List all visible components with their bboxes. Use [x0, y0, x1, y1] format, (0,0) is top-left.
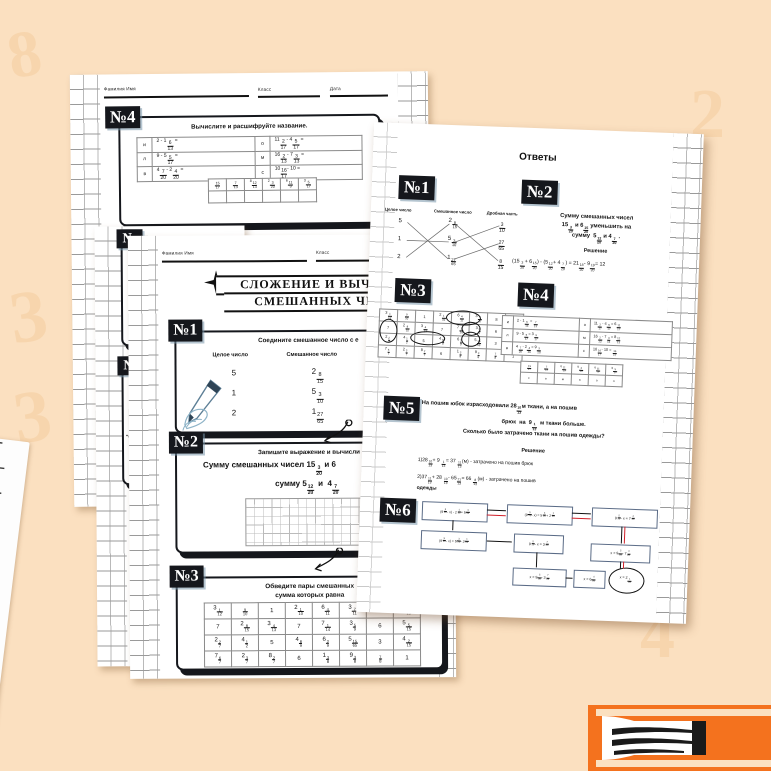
- name-label: Фамилия Имя: [103, 86, 136, 92]
- task-badge-3[interactable]: №3: [169, 565, 204, 588]
- watermark-digit: 3: [4, 273, 53, 361]
- worksheet-title-line1: СЛОЖЕНИЕ И ВЫЧИ: [240, 276, 382, 292]
- task-badge-1[interactable]: №1: [168, 319, 203, 342]
- flow-node-8: x = 6 4 20: [573, 569, 606, 589]
- answers-badge-6[interactable]: №6: [379, 497, 417, 523]
- table-row: 72815 34137 7114 3596 5515: [204, 617, 421, 635]
- answers-badge-2[interactable]: №2: [521, 179, 559, 205]
- answers-5-step-1: 1)28 10 13 + 9 1 13 = 37 11 13 (м) - затрачено …: [417, 456, 534, 469]
- answers-badge-4[interactable]: №4: [517, 282, 555, 308]
- answers-1-col-header-3: Дробная часть: [486, 210, 518, 217]
- flow-arrow: [486, 540, 512, 543]
- worksheet-title-line2: СМЕШАННЫХ ЧИ: [254, 293, 377, 309]
- task-1-col2-header: Смешанное число: [286, 351, 338, 359]
- flow-node-7: x = 9 5 20- 3 7 20: [512, 567, 567, 588]
- answers-1-left-1: 5: [398, 218, 402, 225]
- answers-4-key-table: 15 17 7 13 6 11 13 9 3 20 6 11 9 3 5 17 символ: [519, 360, 624, 388]
- task-4-table: и 2 - 1 6 13 = о 11 2 17- 4 5 17 = л 9 - 5 5 17 …: [136, 134, 363, 182]
- matching-lines: [405, 222, 500, 262]
- flow-node-2: (9 5 20- x) = 5 3 20 + 2 1 20: [506, 504, 574, 526]
- answers-page[interactable]: Ответы №1 Целое число Смешанное число Др…: [356, 122, 704, 624]
- answers-badge-1[interactable]: №1: [398, 175, 436, 201]
- task-badge-4[interactable]: №4: [105, 106, 141, 129]
- class-label: Класс: [257, 86, 272, 92]
- task-1-mixed-1: 2 8 15: [311, 366, 324, 385]
- table-row: 767 237 8276 138 938 781: [204, 649, 421, 667]
- task-4-title: Вычислите и расшифруйте название.: [191, 122, 308, 131]
- answers-2-solution-label: Решение: [583, 247, 608, 255]
- flow-arrow: [565, 577, 573, 579]
- task-1-whole-1: 5: [231, 368, 237, 378]
- poster-canvas: 8 3 3 2 4 Фамилия Имя Класс Дата №4 Вычи…: [0, 0, 771, 771]
- class-rule: [257, 95, 320, 98]
- task-2-line2: сумму 5 12 20 и 4 7 20: [275, 478, 339, 496]
- ruler-ticks: [0, 441, 5, 494]
- task-2-line1: Сумму смешанных чисел 15 3 20 и 6: [203, 459, 337, 477]
- table-row: 227 4125 489 629 515653 4215: [204, 633, 421, 651]
- watermark-digit: 8: [1, 15, 48, 94]
- flow-arrow-vertical: [452, 520, 454, 531]
- table-row: символ: [520, 372, 623, 387]
- curve-arrow-icon: [323, 419, 353, 444]
- writing-hand-icon: [182, 379, 222, 431]
- name-rule: [103, 95, 249, 99]
- table-row: [208, 189, 317, 203]
- answers-heading: Ответы: [518, 151, 557, 164]
- flow-arrow-red: [571, 517, 591, 520]
- answers-1-left-2: 1: [397, 236, 402, 243]
- flow-arrow: [486, 509, 506, 512]
- name-rule: [161, 259, 307, 263]
- class-label: Класс: [315, 249, 330, 255]
- task-1-whole-3: 2: [231, 408, 237, 418]
- task-1-col1-header: Целое число: [212, 352, 249, 359]
- ruler-graphic: [0, 438, 30, 771]
- date-label: Дата: [329, 86, 341, 92]
- task-4-key-table: 15 17 7 13 8 12 13 2 3 20 6 11 9 3 5 17: [207, 177, 318, 204]
- answers-1-col-header-1: Целое число: [384, 206, 412, 213]
- answers-badge-3[interactable]: №3: [394, 278, 432, 304]
- flow-node-4: (9 5 20- x) = 5 3 20- 2 1 20: [420, 530, 488, 552]
- flow-node-5: 9 5 20- x = 3 7 20: [513, 533, 565, 555]
- answers-badge-5[interactable]: №5: [383, 395, 421, 421]
- flow-arrow-vertical: [620, 526, 623, 544]
- date-rule: [329, 94, 388, 98]
- grid-margin-left: [127, 235, 161, 679]
- flow-arrow: [571, 512, 591, 515]
- task-1-whole-2: 1: [231, 388, 237, 398]
- book-graphic: [588, 705, 771, 771]
- flow-arrow-red: [486, 514, 506, 517]
- answers-4-table: и 2 - 1 6 13 = 7 13 о 11 2 17- 4 5 17 = 6 11 17 л …: [500, 314, 673, 362]
- answers-5-line1: На пошив юбок израсходовали 28 10 13 м ткан…: [421, 400, 578, 415]
- answers-2-solution: (15 3 20 + 6 15 20) - (5 12 20 + 4 7 20) = 21 18 20-…: [511, 258, 606, 272]
- curve-arrow-icon: [314, 547, 344, 572]
- flow-arrow-vertical-red: [623, 526, 626, 544]
- name-label: Фамилия Имя: [161, 250, 194, 256]
- answers-1-left-3: 2: [397, 254, 401, 261]
- answers-5-step-2-cont: одежды: [416, 484, 437, 492]
- answers-5-solution-label: Решение: [521, 447, 546, 455]
- task-badge-2[interactable]: №2: [168, 431, 203, 454]
- task-4-frame: Вычислите и расшифруйте название. и 2 - …: [118, 113, 382, 227]
- flow-node-1: (9 5 20- x) - 2 1 20 = 5 3 20: [421, 501, 489, 523]
- task-1-mixed-2: 5 3 10: [311, 386, 324, 405]
- grid-margin-right: [655, 133, 704, 624]
- flow-node-3: 9 5 20- x = 7 4 20: [591, 507, 659, 529]
- answers-1-col-header-2: Смешанное число: [433, 208, 472, 215]
- flow-arrow-vertical: [535, 552, 538, 568]
- flow-node-9: x = 2 1 20: [619, 575, 632, 585]
